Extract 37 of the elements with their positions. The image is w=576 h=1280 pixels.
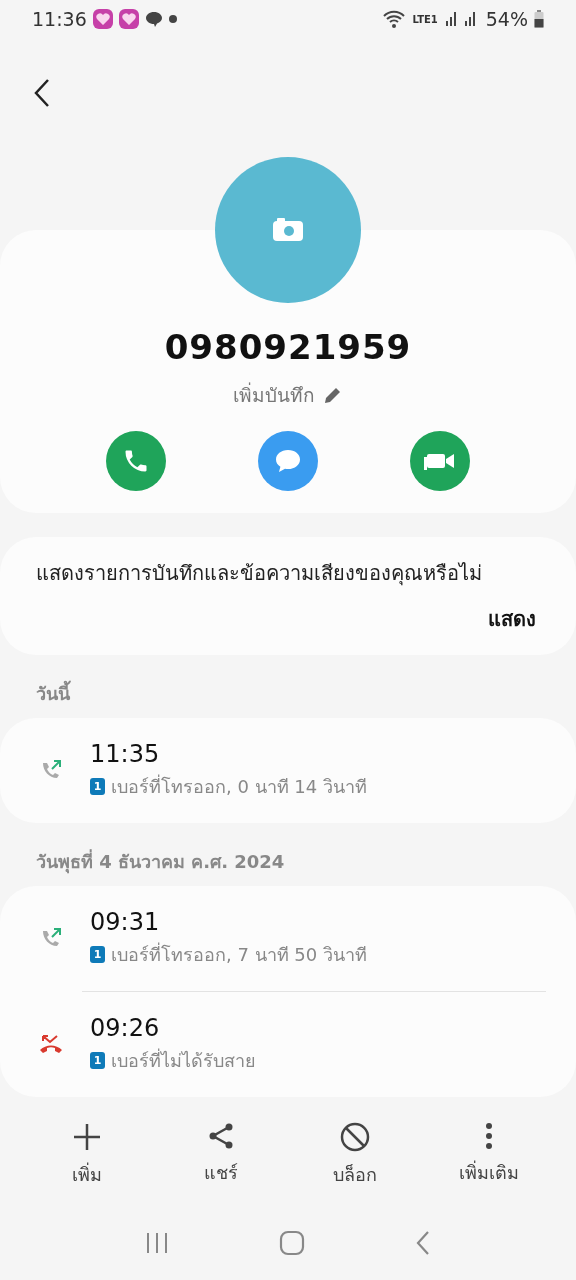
clock: 11:36 xyxy=(32,8,87,31)
wifi-icon xyxy=(382,9,407,30)
chat-bubble-icon xyxy=(144,10,163,29)
call-detail: เบอร์ที่ไม่ได้รับสาย xyxy=(111,1047,256,1073)
camera-icon xyxy=(272,217,304,242)
call-time: 09:31 xyxy=(90,907,161,936)
more-icon xyxy=(485,1121,493,1150)
toolbar-button[interactable]: บล็อก xyxy=(300,1120,410,1190)
battery-level: 54% xyxy=(485,8,528,31)
back-button[interactable] xyxy=(34,78,50,109)
sim-badge: 1 xyxy=(90,945,105,963)
battery-icon xyxy=(534,10,544,29)
prompt-text: แสดงรายการบันทึกและข้อความเสียงของคุณหรือไม่ xyxy=(36,559,483,588)
network-label: LTE1 xyxy=(412,13,438,25)
toolbar-button[interactable]: เพิ่มเติม xyxy=(434,1120,544,1190)
phone-number: 0980921959 xyxy=(164,326,412,367)
toolbar-button[interactable]: เพิ่ม xyxy=(32,1120,142,1190)
call-time: 11:35 xyxy=(90,739,161,768)
call-detail: เบอร์ที่โทรออก, 0 นาที 14 วินาที xyxy=(111,773,367,799)
recent-apps-button[interactable] xyxy=(145,1230,169,1255)
sim-badge: 1 xyxy=(90,1051,105,1069)
heart-app-icon xyxy=(92,9,113,30)
date-header: วันนี้ xyxy=(35,679,72,706)
heart-app-icon xyxy=(118,9,139,30)
block-icon xyxy=(340,1121,370,1152)
back-nav-button[interactable] xyxy=(415,1229,431,1256)
add-note-button[interactable]: เพิ่มบันทึก xyxy=(227,378,349,411)
home-button[interactable] xyxy=(279,1229,305,1256)
show-button[interactable]: แสดง xyxy=(488,602,536,635)
toolbar-button[interactable]: แชร์ xyxy=(166,1120,276,1190)
date-header: วันพุธที่ 4 ธันวาคม ค.ศ. 2024 xyxy=(35,848,286,876)
sim-badge: 1 xyxy=(90,777,105,795)
dot-icon xyxy=(168,15,177,24)
call-time: 09:26 xyxy=(90,1013,161,1042)
plus-icon xyxy=(72,1121,102,1152)
call-detail: เบอร์ที่โทรออก, 7 นาที 50 วินาที xyxy=(111,941,367,967)
share-icon xyxy=(207,1121,235,1150)
